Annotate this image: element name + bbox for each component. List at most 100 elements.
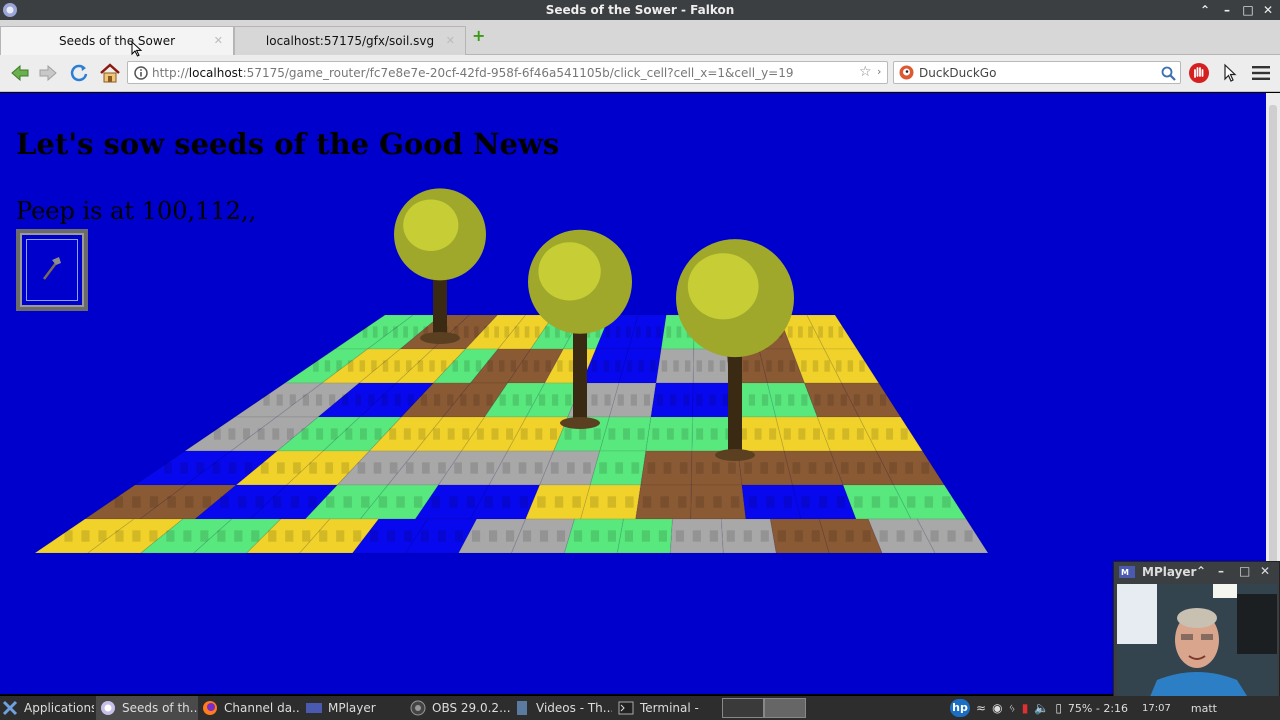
tab-close-icon[interactable]: ✕ (214, 34, 223, 47)
close-icon[interactable]: ✕ (1260, 564, 1270, 578)
workspace-1[interactable] (722, 698, 764, 718)
tile-texture (316, 428, 324, 440)
search-icon[interactable] (1161, 66, 1176, 81)
task-terminal[interactable]: Terminal - (616, 696, 716, 720)
task-mplayer[interactable]: MPlayer (304, 696, 400, 720)
chevron-right-icon[interactable]: › (877, 65, 881, 78)
search-bar[interactable]: DuckDuckGo (893, 61, 1181, 84)
tab-seeds-of-the-sower[interactable]: Seeds of the Sower ✕ (0, 26, 234, 55)
task-file-manager[interactable]: Videos - Th... (512, 696, 612, 720)
new-tab-plus-icon[interactable]: + (472, 28, 486, 44)
battery-icon[interactable]: ▯ (1055, 701, 1062, 715)
tile-texture (769, 428, 777, 440)
tile-texture (924, 496, 934, 508)
tile-texture (840, 394, 847, 406)
tab-soil-svg[interactable]: localhost:57175/gfx/soil.svg ✕ (234, 26, 466, 55)
taskbar: Applications Seeds of th... Channel da..… (0, 696, 1280, 720)
tile-texture (370, 530, 379, 542)
tile-texture (630, 394, 637, 406)
tile-texture (539, 530, 549, 542)
window-title: Seeds of the Sower - Falkon (545, 3, 735, 17)
mic-muted-icon[interactable]: ▮ (1022, 701, 1029, 715)
hp-icon[interactable]: hp (950, 699, 970, 717)
adblock-button[interactable] (1187, 62, 1211, 84)
tile-texture (403, 428, 411, 440)
tile-texture (394, 394, 401, 406)
workspace-switcher[interactable] (722, 696, 806, 720)
firefox-icon (203, 701, 217, 715)
tile-texture (494, 326, 500, 338)
tile-texture (964, 530, 973, 542)
task-obs[interactable]: OBS 29.0.2... (408, 696, 512, 720)
tile-texture (534, 462, 543, 474)
tile-texture (550, 462, 559, 474)
tile-texture (394, 360, 400, 372)
task-falkon[interactable]: Seeds of th... (96, 696, 198, 720)
home-button[interactable] (98, 62, 122, 84)
clock[interactable]: 17:07 (1142, 703, 1171, 714)
tree-roots (715, 449, 755, 461)
tile-texture (396, 496, 405, 508)
wifi-icon[interactable]: ≈ (976, 701, 986, 715)
tile-texture (454, 462, 462, 474)
tile-texture (808, 462, 817, 474)
tile-texture (709, 530, 718, 542)
maximize-icon[interactable]: □ (1239, 564, 1250, 578)
adblock-hand-icon (1189, 63, 1209, 83)
tile-texture (502, 462, 511, 474)
tile-texture (856, 428, 864, 440)
mplayer-titlebar[interactable]: M MPlayer ⌃ – □ ✕ (1114, 562, 1279, 582)
tile-texture (347, 360, 354, 372)
window-minimize-button[interactable]: – (1216, 0, 1238, 20)
webcam-video (1117, 584, 1277, 704)
mouse-pointer-icon (131, 41, 143, 57)
tile-texture (433, 428, 440, 440)
info-icon[interactable] (134, 66, 148, 80)
cursor-tool-button[interactable] (1218, 62, 1242, 84)
applications-menu[interactable]: Applications (0, 696, 94, 720)
volume-icon[interactable]: 🔈 (1034, 701, 1049, 715)
chevron-up-icon[interactable]: ⌃ (1196, 564, 1206, 578)
tile-texture (913, 530, 922, 542)
tab-close-icon[interactable]: ✕ (446, 34, 455, 47)
tile-texture (257, 428, 265, 440)
window-shade-button[interactable]: ⌃ (1194, 0, 1216, 20)
user-name[interactable]: matt (1191, 702, 1217, 715)
update-icon[interactable]: ◉ (992, 701, 1002, 715)
tile-texture (475, 360, 482, 372)
main-menu-button[interactable] (1249, 62, 1273, 84)
window-maximize-button[interactable]: □ (1237, 0, 1259, 20)
minimize-icon[interactable]: – (1218, 564, 1224, 578)
reload-button[interactable] (67, 62, 91, 84)
forward-button[interactable] (36, 62, 60, 84)
game-board[interactable] (0, 93, 1266, 694)
tile-texture (840, 462, 849, 474)
tile-texture (787, 326, 793, 338)
tile-texture (828, 530, 837, 542)
tile-texture (535, 428, 543, 440)
back-button[interactable] (8, 62, 32, 84)
workspace-2[interactable] (764, 698, 806, 718)
tile-texture (625, 496, 634, 508)
tile-texture (783, 428, 791, 440)
tile-texture (647, 462, 656, 474)
address-bar[interactable]: http://localhost:57175/game_router/fc7e8… (127, 61, 888, 84)
chevron-up-icon: ⌃ (1199, 3, 1211, 17)
tile-texture (382, 360, 389, 372)
window-close-button[interactable]: ✕ (1257, 0, 1279, 20)
mplayer-window[interactable]: M MPlayer ⌃ – □ ✕ (1113, 561, 1280, 706)
bookmark-star-icon[interactable]: ☆ (859, 64, 872, 80)
url-scheme: http:// (152, 66, 189, 80)
tile-texture (520, 428, 528, 440)
url-text[interactable]: http://localhost:57175/game_router/fc7e8… (152, 66, 794, 80)
tile-texture (374, 428, 382, 440)
tile-texture (905, 462, 914, 474)
tab-label: Seeds of the Sower (58, 34, 176, 48)
tile-texture (413, 496, 423, 508)
tile-texture (590, 530, 600, 542)
tile-texture (564, 428, 572, 440)
tile-texture (255, 496, 264, 508)
task-firefox[interactable]: Channel da... (200, 696, 300, 720)
tile-texture (641, 530, 650, 542)
bluetooth-icon[interactable]: ᛃ (1009, 701, 1016, 715)
